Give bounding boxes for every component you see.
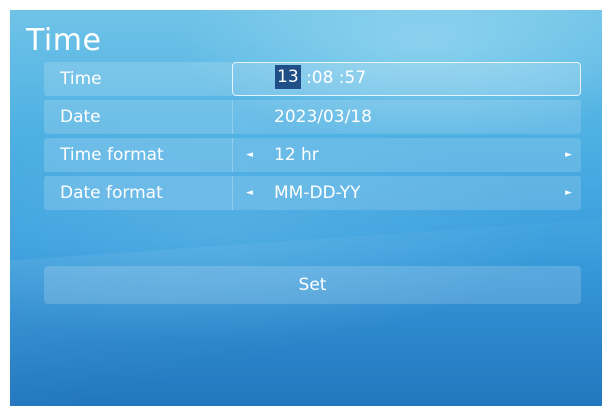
arrow-left-icon[interactable]: ◄: [246, 138, 253, 172]
minutes-seconds-value[interactable]: :08 :57: [301, 68, 366, 88]
arrow-right-icon[interactable]: ►: [565, 176, 572, 210]
date-format-selector[interactable]: ◄ MM-DD-YY ►: [232, 176, 581, 210]
date-value: 2023/03/18: [274, 107, 372, 127]
arrow-right-icon[interactable]: ►: [565, 138, 572, 172]
time-row[interactable]: Time 13 :08 :57: [44, 62, 581, 96]
time-format-value: 12 hr: [274, 145, 319, 165]
settings-list: Time 13 :08 :57 Date 2023/03/18 Time for…: [44, 62, 581, 214]
time-label: Time: [44, 62, 232, 96]
time-format-selector[interactable]: ◄ 12 hr ►: [232, 138, 581, 172]
time-field[interactable]: 13 :08 :57: [232, 62, 581, 96]
time-format-row[interactable]: Time format ◄ 12 hr ►: [44, 138, 581, 172]
arrow-left-icon[interactable]: ◄: [246, 176, 253, 210]
date-row[interactable]: Date 2023/03/18: [44, 100, 581, 134]
time-settings-screen: Time Time 13 :08 :57 Date 2023/03/18 Tim…: [10, 10, 602, 406]
date-field[interactable]: 2023/03/18: [232, 100, 581, 134]
hour-selected-field[interactable]: 13: [275, 65, 301, 89]
date-label: Date: [44, 100, 232, 134]
date-format-row[interactable]: Date format ◄ MM-DD-YY ►: [44, 176, 581, 210]
date-format-label: Date format: [44, 176, 232, 210]
time-format-label: Time format: [44, 138, 232, 172]
page-title: Time: [26, 23, 102, 58]
set-button[interactable]: Set: [44, 266, 581, 304]
time-value: 13 :08 :57: [275, 63, 366, 94]
date-format-value: MM-DD-YY: [274, 183, 361, 203]
